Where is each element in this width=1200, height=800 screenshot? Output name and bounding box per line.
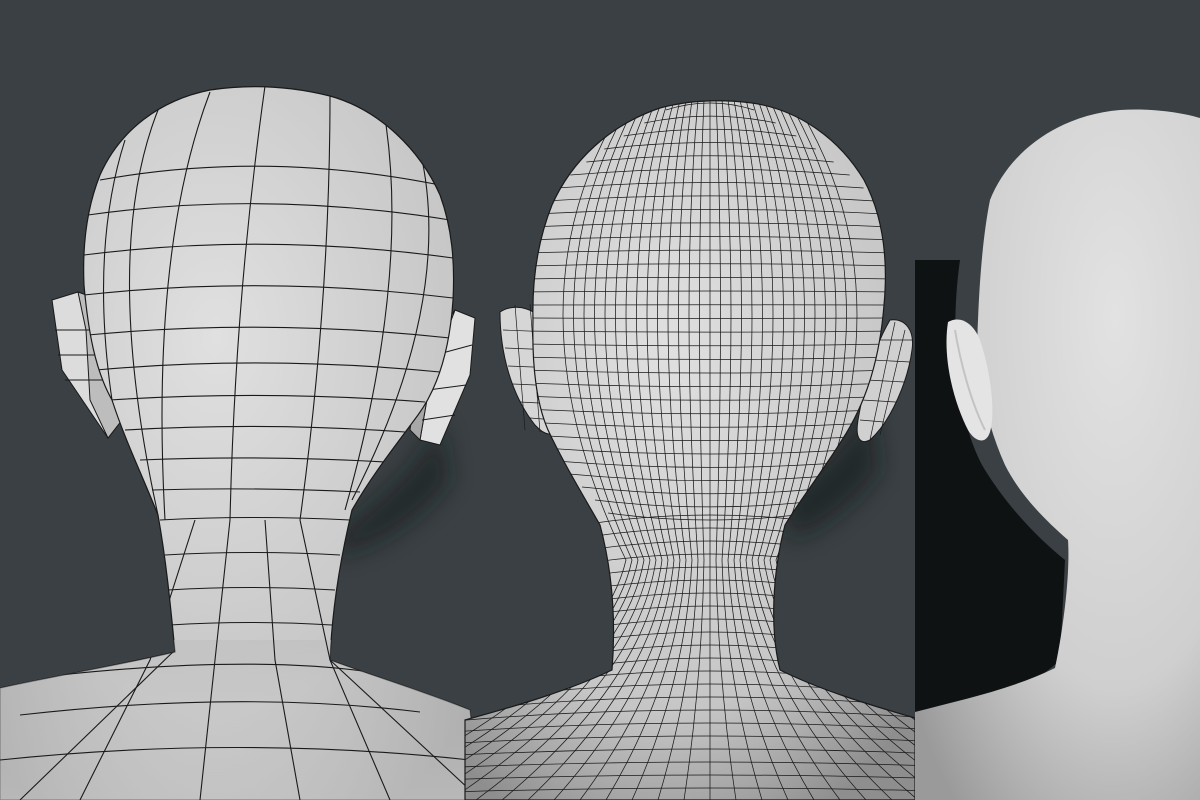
render-viewport [0,0,1200,800]
render-scene [0,0,1200,800]
